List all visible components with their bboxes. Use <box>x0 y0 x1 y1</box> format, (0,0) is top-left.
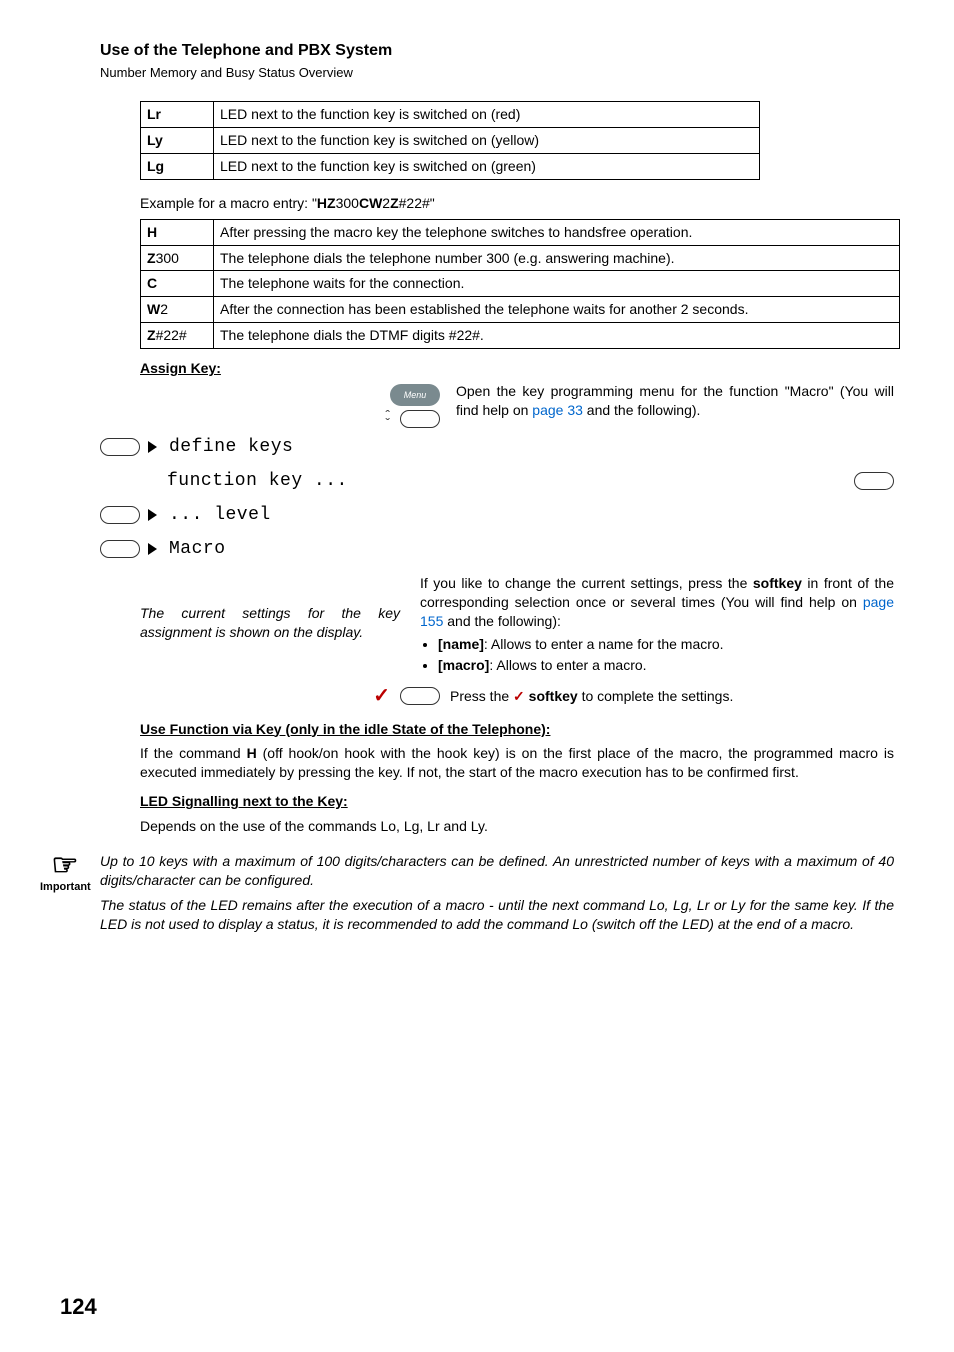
cell-desc: LED next to the function key is switched… <box>214 102 760 128</box>
cell-code: C <box>141 271 214 297</box>
softkey-icon <box>400 410 440 428</box>
cell-desc: The telephone dials the DTMF digits #22#… <box>214 323 900 349</box>
important-label: Important <box>40 880 90 895</box>
cell-code: Ly <box>141 128 214 154</box>
text: If you like to change the current settin… <box>420 575 753 591</box>
page-section-title: Use of the Telephone and PBX System <box>100 40 894 62</box>
text: softkey <box>753 575 802 591</box>
check-icon: ✓ <box>373 685 390 707</box>
text: [macro] <box>438 657 489 673</box>
cell-desc: After the connection has been establishe… <box>214 297 900 323</box>
text: and the following): <box>443 613 561 629</box>
text: to complete the settings. <box>578 688 734 704</box>
text: W <box>147 301 160 317</box>
page-subtitle: Number Memory and Busy Status Overview <box>100 64 894 82</box>
softkey-icon <box>100 438 140 456</box>
text: Z <box>147 250 156 266</box>
cell-code: Lg <box>141 153 214 179</box>
important-icon: ☞ Important <box>40 852 90 934</box>
text: CW <box>359 195 382 211</box>
updown-icon: ˆˇ <box>385 411 390 427</box>
table-row: C The telephone waits for the connection… <box>141 271 900 297</box>
cell-code: Lr <box>141 102 214 128</box>
softkey-icon <box>100 540 140 558</box>
cell-code: H <box>141 219 214 245</box>
text: 300 <box>336 195 359 211</box>
current-settings-note: The current settings for the key assignm… <box>140 574 400 678</box>
cell-desc: After pressing the macro key the telepho… <box>214 219 900 245</box>
text: 300 <box>156 250 179 266</box>
text: H <box>247 745 257 761</box>
cell-code: W2 <box>141 297 214 323</box>
text: #22#" <box>399 195 435 211</box>
arrow-icon <box>148 509 157 521</box>
use-function-body: If the command H (off hook/on hook with … <box>140 744 894 782</box>
table-row: Z#22# The telephone dials the DTMF digit… <box>141 323 900 349</box>
lcd-text: define keys <box>169 435 293 459</box>
page-number: 124 <box>60 1292 97 1322</box>
table-row: Ly LED next to the function key is switc… <box>141 128 760 154</box>
table-row: H After pressing the macro key the telep… <box>141 219 900 245</box>
text: [name] <box>438 636 484 652</box>
text: Press the <box>450 688 513 704</box>
text: : Allows to enter a macro. <box>489 657 646 673</box>
arrow-icon <box>148 543 157 555</box>
led-table: Lr LED next to the function key is switc… <box>140 101 760 180</box>
text: 2 <box>160 301 168 317</box>
text: HZ <box>317 195 336 211</box>
example-intro: Example for a macro entry: "HZ300CW2Z#22… <box>140 194 894 213</box>
text: #22# <box>156 327 187 343</box>
list-item: [macro]: Allows to enter a macro. <box>438 656 894 675</box>
use-function-heading: Use Function via Key (only in the idle S… <box>140 720 894 739</box>
arrow-icon <box>148 441 157 453</box>
text: and the following). <box>583 402 701 418</box>
cell-code: Z#22# <box>141 323 214 349</box>
important-note-2: The status of the LED remains after the … <box>100 896 894 934</box>
led-signal-body: Depends on the use of the commands Lo, L… <box>140 817 894 836</box>
table-row: W2 After the connection has been establi… <box>141 297 900 323</box>
text: Z <box>390 195 399 211</box>
cell-desc: The telephone dials the telephone number… <box>214 245 900 271</box>
check-icon: ✓ <box>513 688 525 704</box>
lcd-text: function key ... <box>167 469 348 493</box>
softkey-icon <box>854 472 894 490</box>
softkey-icon <box>100 506 140 524</box>
cell-code: Z300 <box>141 245 214 271</box>
change-text: If you like to change the current settin… <box>420 574 894 631</box>
cell-desc: LED next to the function key is switched… <box>214 153 760 179</box>
cell-desc: The telephone waits for the connection. <box>214 271 900 297</box>
text: : Allows to enter a name for the macro. <box>484 636 724 652</box>
text: Example for a macro entry: " <box>140 195 317 211</box>
text: Z <box>147 327 156 343</box>
table-row: Z300 The telephone dials the telephone n… <box>141 245 900 271</box>
open-menu-text: Open the key programming menu for the fu… <box>456 382 894 420</box>
press-text: Press the ✓ softkey to complete the sett… <box>450 687 894 706</box>
cell-desc: LED next to the function key is switched… <box>214 128 760 154</box>
led-signal-heading: LED Signalling next to the Key: <box>140 792 894 811</box>
lcd-text: Macro <box>169 537 226 561</box>
assign-key-heading: Assign Key: <box>140 359 894 378</box>
text: If the command <box>140 745 247 761</box>
page-link[interactable]: page 33 <box>532 402 583 418</box>
hand-icon: ☞ <box>40 852 90 880</box>
text: softkey <box>525 688 578 704</box>
menu-button-icon: Menu <box>390 384 440 406</box>
list-item: [name]: Allows to enter a name for the m… <box>438 635 894 654</box>
text: 2 <box>382 195 390 211</box>
lcd-text: ... level <box>169 503 271 527</box>
important-note-1: Up to 10 keys with a maximum of 100 digi… <box>100 852 894 890</box>
table-row: Lg LED next to the function key is switc… <box>141 153 760 179</box>
softkey-icon <box>400 687 440 705</box>
table-row: Lr LED next to the function key is switc… <box>141 102 760 128</box>
macro-table: H After pressing the macro key the telep… <box>140 219 900 349</box>
